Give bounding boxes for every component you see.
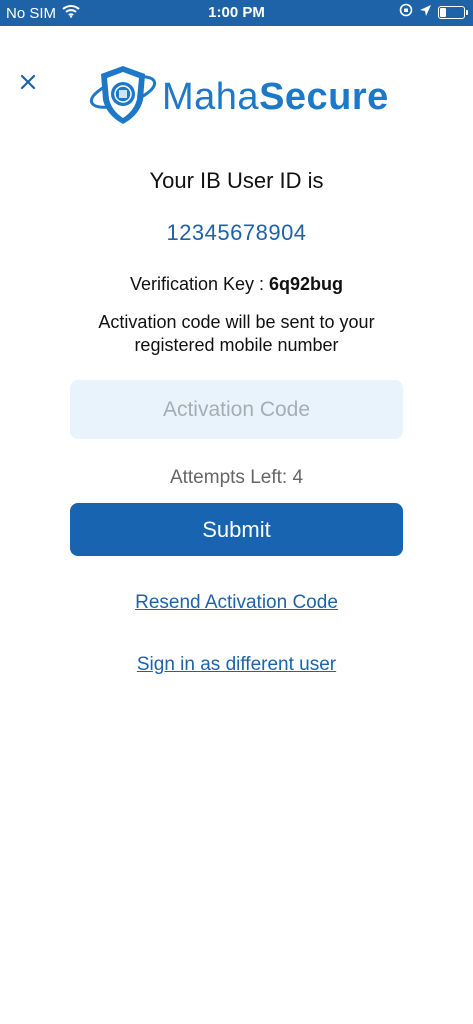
verification-key-value: 6q92bug [269, 274, 344, 294]
sign-in-different-user-link[interactable]: Sign in as different user [0, 654, 473, 676]
activation-info-line-2: registered mobile number [134, 335, 339, 355]
shield-emblem-icon [88, 62, 158, 133]
activation-code-input[interactable] [70, 380, 403, 439]
location-arrow-icon [419, 4, 432, 21]
app-logo: MahaSecure [88, 62, 389, 133]
screen-lock-rotation-icon [399, 3, 413, 21]
resend-activation-code-link[interactable]: Resend Activation Code [0, 592, 473, 614]
close-icon [20, 74, 36, 95]
logo-wordmark: MahaSecure [162, 76, 389, 119]
activation-info-text: Activation code will be sent to your reg… [0, 311, 473, 357]
battery-icon [438, 5, 468, 19]
ib-user-id-value: 12345678904 [166, 220, 307, 245]
verification-key-label: Verification Key : [129, 274, 270, 294]
logo-word-maha: Maha [162, 76, 260, 118]
attempts-left-text: Attempts Left: 4 [169, 467, 304, 488]
activation-info-line-1: Activation code will be sent to your [98, 312, 375, 332]
status-right-group [399, 3, 468, 21]
verification-key-row: Verification Key : 6q92bug [0, 274, 473, 295]
ib-user-id-label: Your IB User ID is [149, 168, 324, 193]
logo-word-secure: Secure [259, 76, 389, 118]
battery-level-fill [440, 7, 446, 17]
submit-button[interactable]: Submit [70, 503, 403, 556]
status-bar: No SIM 1:00 PM [0, 0, 473, 26]
close-button[interactable] [14, 70, 42, 98]
